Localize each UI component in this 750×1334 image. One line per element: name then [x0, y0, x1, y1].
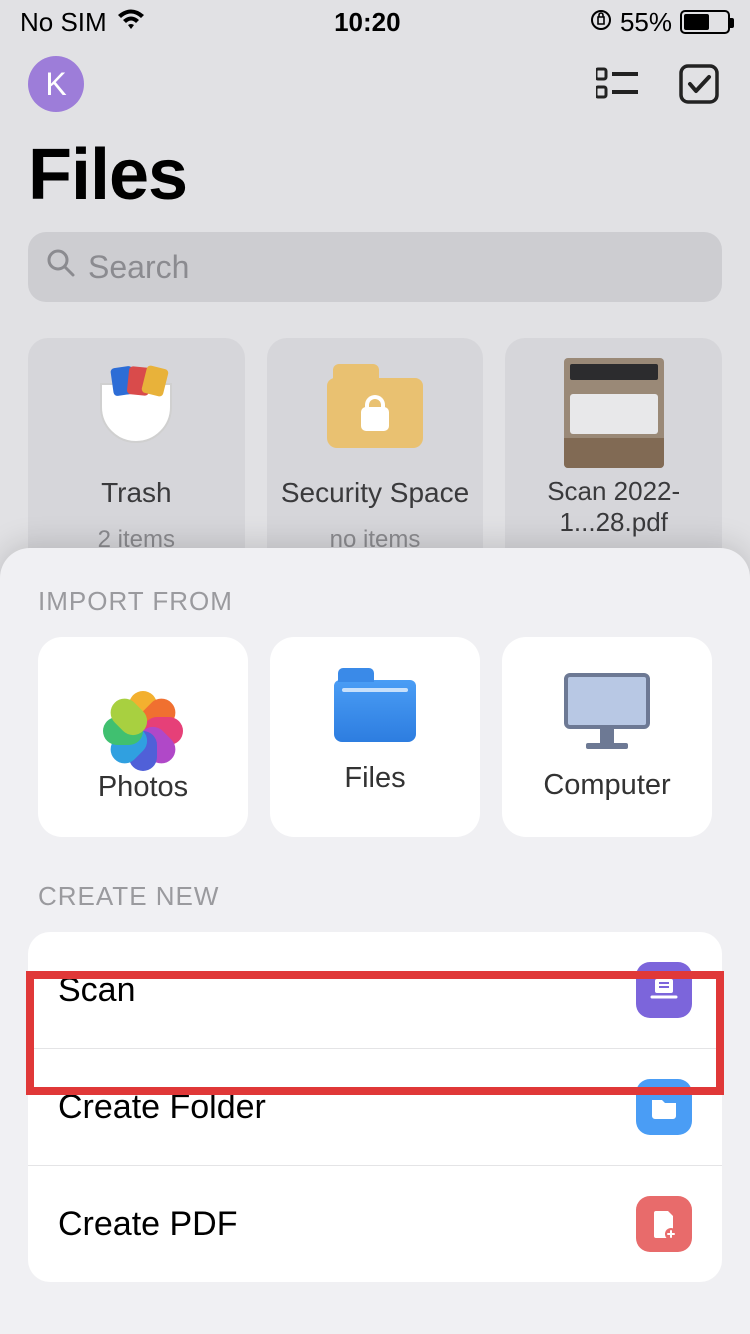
create-section-label: CREATE NEW	[0, 881, 750, 932]
search-placeholder: Search	[88, 249, 189, 286]
search-input[interactable]: Search	[28, 232, 722, 302]
select-icon[interactable]	[676, 61, 722, 107]
pdf-icon	[636, 1196, 692, 1252]
import-photos[interactable]: Photos	[38, 637, 248, 837]
status-bar: No SIM 10:20 55%	[0, 0, 750, 44]
view-list-icon[interactable]	[594, 61, 640, 107]
create-item-label: Create Folder	[58, 1088, 266, 1127]
import-files[interactable]: Files	[270, 637, 480, 837]
create-pdf[interactable]: Create PDF	[28, 1165, 722, 1282]
search-icon	[46, 248, 76, 286]
avatar-initial: K	[45, 66, 66, 103]
card-title: Security Space	[281, 476, 469, 510]
import-section-label: IMPORT FROM	[0, 586, 750, 637]
wifi-icon	[117, 7, 145, 38]
header: K	[0, 44, 750, 112]
import-label: Files	[344, 762, 405, 795]
folder-icon	[636, 1079, 692, 1135]
card-title: Trash	[101, 476, 172, 510]
computer-icon	[564, 673, 650, 749]
pdf-thumbnail	[564, 368, 664, 458]
create-item-label: Scan	[58, 971, 136, 1010]
add-sheet: IMPORT FROM Photos Files Computer	[0, 548, 750, 1334]
battery-pct: 55%	[620, 7, 672, 38]
locked-folder-icon	[325, 368, 425, 458]
clock: 10:20	[334, 7, 401, 38]
card-title: Scan 2022-1...28.pdf	[505, 476, 722, 538]
create-folder[interactable]: Create Folder	[28, 1048, 722, 1165]
create-list: Scan Create Folder Create PDF	[28, 932, 722, 1282]
page-title: Files	[0, 112, 750, 232]
create-scan[interactable]: Scan	[28, 932, 722, 1048]
scan-icon	[636, 962, 692, 1018]
import-computer[interactable]: Computer	[502, 637, 712, 837]
avatar[interactable]: K	[28, 56, 84, 112]
files-icon	[334, 680, 416, 742]
battery-icon	[680, 10, 730, 34]
create-item-label: Create PDF	[58, 1205, 238, 1244]
import-label: Photos	[98, 771, 188, 804]
import-label: Computer	[543, 769, 670, 802]
trash-icon	[86, 368, 186, 458]
carrier-label: No SIM	[20, 7, 107, 38]
orientation-lock-icon	[590, 7, 612, 38]
photos-icon	[103, 671, 183, 751]
